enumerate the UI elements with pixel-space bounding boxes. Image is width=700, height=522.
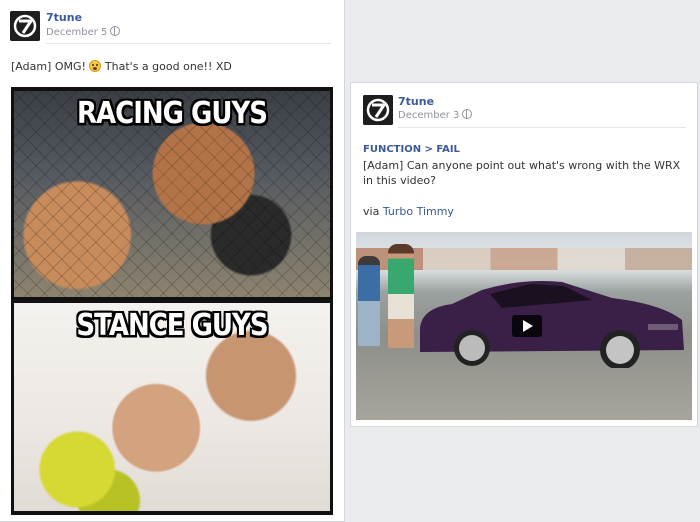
surprised-face-icon [89,60,102,72]
globe-icon [110,26,121,36]
caption-text: [Adam] OMG! [11,60,90,73]
post-card: 7tune December 3 FUNCTION > FAIL [Adam] … [350,82,698,427]
via-prefix: via [363,205,383,218]
7tune-logo-icon [10,11,40,41]
post-date[interactable]: December 3 [398,109,473,121]
post-date[interactable]: December 5 [46,26,121,38]
caption-tail: That's a good one!! XD [101,60,232,73]
author-name[interactable]: 7tune [398,95,434,108]
car-image [420,281,684,368]
meme-image[interactable]: RACING GUYS STANCE GUYS [11,87,333,515]
globe-icon [462,109,473,119]
meme-top-text: RACING GUYS [76,96,268,132]
post-caption: [Adam] OMG! That's a good one!! XD [11,59,232,74]
post-body: [Adam] Can anyone point out what's wrong… [363,159,681,187]
date-text: December 5 [46,27,108,38]
7tune-logo-icon [363,95,393,125]
divider [46,43,331,44]
via-line: via Turbo Timmy [363,204,454,219]
meme-panel-top: RACING GUYS [14,91,330,297]
divider [398,127,686,128]
person-left [358,256,380,346]
via-link[interactable]: Turbo Timmy [383,205,454,218]
post-title[interactable]: FUNCTION > FAIL [363,144,460,155]
meme-panel-bottom: STANCE GUYS [14,303,330,511]
author-name[interactable]: 7tune [46,11,82,24]
video-thumbnail[interactable] [356,232,692,420]
page-avatar[interactable] [363,95,393,125]
post-card: 7tune December 5 [Adam] OMG! That's a go… [0,0,345,522]
date-text: December 3 [398,110,460,121]
page-avatar[interactable] [10,11,40,41]
play-icon[interactable] [512,315,542,337]
person-right [388,244,414,348]
meme-bottom-text: STANCE GUYS [76,308,268,344]
